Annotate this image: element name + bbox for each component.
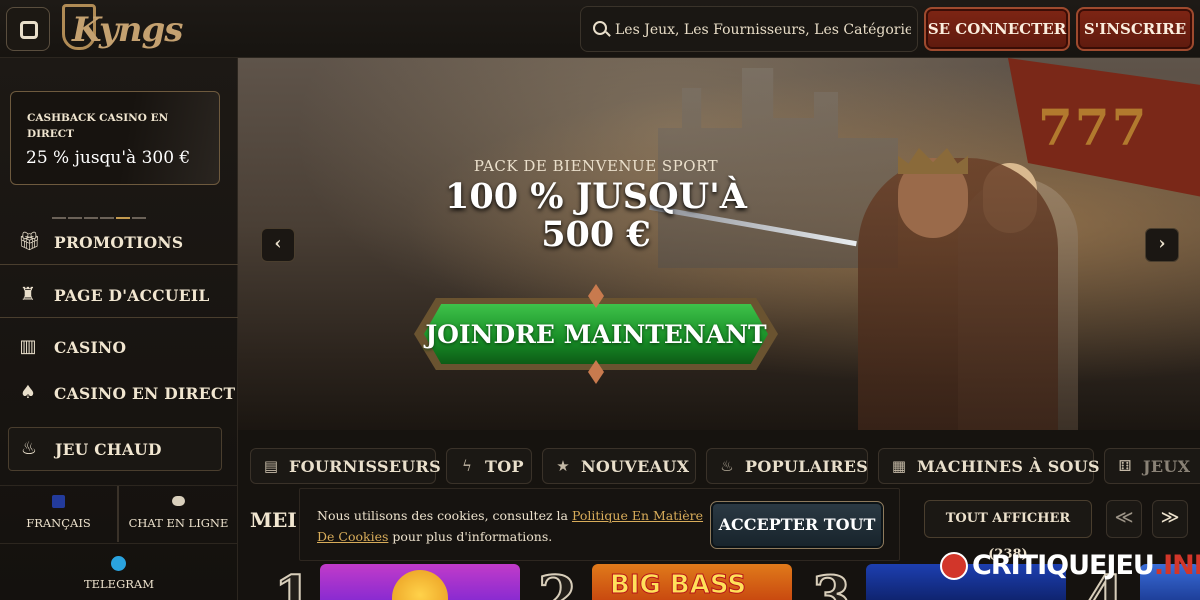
language-selector[interactable]: FRANÇAIS bbox=[0, 486, 118, 542]
cookie-text: Nous utilisons des cookies, consultez la… bbox=[317, 505, 707, 547]
slot-machine-icon: ▦ bbox=[891, 457, 907, 475]
sidebar-item-home[interactable]: ♜ PAGE D'ACCUEIL bbox=[0, 272, 238, 318]
cards-icon: ♠ bbox=[19, 382, 37, 403]
search-box[interactable] bbox=[580, 6, 918, 52]
telegram-label: TELEGRAM bbox=[83, 577, 155, 591]
sidebar-item-casino[interactable]: ▥ CASINO bbox=[0, 324, 238, 370]
hero-banner[interactable]: 777 PACK DE BIENVENUE SPORT 100 % JUSQU'… bbox=[238, 58, 1200, 430]
tab-providers[interactable]: ▤ FOURNISSEURS bbox=[250, 448, 441, 484]
tab-popular[interactable]: ♨ POPULAIRES bbox=[706, 448, 868, 484]
top-header: Kyngs SE CONNECTER S'INSCRIRE bbox=[0, 0, 1200, 58]
accept-all-button[interactable]: ACCEPTER TOUT bbox=[710, 501, 884, 549]
cookie-text-before: Nous utilisons des cookies, consultez la bbox=[317, 508, 572, 523]
rank-number: 3 bbox=[811, 563, 852, 600]
tab-slots[interactable]: ▦ MACHINES À SOUS bbox=[878, 448, 1100, 484]
casino-building-icon: ▥ bbox=[19, 336, 37, 357]
sidebar-item-label: CASINO EN DIRECT bbox=[54, 384, 236, 403]
sidebar-item-live-casino[interactable]: ♠ CASINO EN DIRECT bbox=[0, 370, 238, 416]
flame-icon: ♨ bbox=[720, 457, 734, 475]
watermark-logo-icon bbox=[940, 552, 968, 580]
section-title: MEI bbox=[250, 508, 297, 532]
hero-carousel-dots[interactable] bbox=[578, 419, 878, 422]
sidebar-footer-row: FRANÇAIS CHAT EN LIGNE bbox=[0, 485, 238, 542]
cashback-title: CASHBACK CASINO EN DIRECT bbox=[27, 112, 169, 140]
sidebar-item-hot-games[interactable]: ♨ JEU CHAUD bbox=[8, 427, 222, 471]
logo-text: Kyngs bbox=[72, 10, 183, 50]
rank-number: 2 bbox=[537, 563, 578, 600]
castle-icon: ♜ bbox=[19, 284, 37, 305]
show-all-button[interactable]: TOUT AFFICHER (238) bbox=[924, 500, 1092, 562]
cookie-text-after: pour plus d'informations. bbox=[388, 529, 553, 544]
book-icon: ▤ bbox=[263, 457, 279, 475]
live-chat-button[interactable]: CHAT EN LIGNE bbox=[118, 486, 238, 542]
eu-flag-icon bbox=[52, 495, 65, 508]
star-icon: ★ bbox=[556, 457, 570, 475]
watermark-text-main: CRITIQUEJEU bbox=[972, 550, 1155, 581]
promo-carousel-dots[interactable] bbox=[52, 204, 182, 219]
sidebar-item-label: CASINO bbox=[54, 338, 127, 357]
chat-bubble-icon bbox=[172, 496, 185, 506]
tab-label: NOUVEAUX bbox=[581, 457, 690, 476]
sidebar: CASHBACK CASINO EN DIRECT 25 % jusqu'à 3… bbox=[0, 58, 238, 600]
menu-square-icon bbox=[20, 21, 38, 39]
telegram-icon bbox=[111, 556, 126, 571]
sidebar-item-label: PAGE D'ACCUEIL bbox=[54, 286, 210, 305]
cashback-promo-card[interactable]: CASHBACK CASINO EN DIRECT 25 % jusqu'à 3… bbox=[10, 91, 220, 185]
site-logo[interactable]: Kyngs bbox=[62, 2, 183, 54]
signup-button[interactable]: S'INSCRIRE bbox=[1076, 7, 1194, 51]
games-next-button[interactable]: ≫ bbox=[1152, 500, 1188, 538]
join-now-label: JOINDRE MAINTENANT bbox=[425, 320, 767, 349]
watermark-text-suffix: .INFO bbox=[1153, 550, 1200, 581]
tab-label: JEUX bbox=[1143, 457, 1191, 476]
sidebar-item-label: PROMOTIONS bbox=[54, 233, 184, 252]
sidebar-item-promotions[interactable]: 🎁︎ PROMOTIONS bbox=[0, 219, 238, 265]
lightning-icon: ϟ bbox=[462, 457, 472, 475]
tab-label: POPULAIRES bbox=[745, 457, 869, 476]
big-bass-title: BIG BASS bbox=[609, 570, 747, 600]
games-prev-button[interactable]: ≪ bbox=[1106, 500, 1142, 538]
hero-subtitle: PACK DE BIENVENUE SPORT bbox=[473, 157, 719, 175]
flame-icon: ♨ bbox=[20, 438, 38, 459]
tab-games[interactable]: ⚅ JEUX bbox=[1104, 448, 1200, 484]
watermark-text: CRITIQUEJEU.INFO bbox=[972, 550, 1200, 581]
telegram-link[interactable]: TELEGRAM bbox=[0, 543, 238, 600]
chat-label: CHAT EN LIGNE bbox=[128, 516, 229, 530]
tab-new[interactable]: ★ NOUVEAUX bbox=[542, 448, 696, 484]
language-label: FRANÇAIS bbox=[26, 516, 91, 530]
search-input[interactable] bbox=[615, 17, 911, 43]
hero-prev-arrow[interactable]: ‹ bbox=[261, 228, 295, 262]
game-card[interactable]: BIG BASS bbox=[592, 564, 792, 600]
sidebar-item-label: JEU CHAUD bbox=[55, 440, 162, 459]
game-card[interactable] bbox=[320, 564, 520, 600]
dice-icon: ⚅ bbox=[1118, 457, 1132, 475]
login-button[interactable]: SE CONNECTER bbox=[924, 7, 1070, 51]
tab-label: TOP bbox=[485, 457, 524, 476]
menu-toggle-button[interactable] bbox=[6, 7, 50, 51]
banner-777-text: 777 bbox=[1038, 98, 1149, 157]
cashback-offer: 25 % jusqu'à 300 € bbox=[26, 148, 191, 168]
search-icon bbox=[593, 21, 607, 35]
join-now-button[interactable]: JOINDRE MAINTENANT bbox=[414, 284, 778, 384]
hero-headline: 100 % JUSQU'À 500 € bbox=[445, 176, 747, 255]
gift-icon: 🎁︎ bbox=[18, 231, 41, 252]
tab-label: MACHINES À SOUS bbox=[917, 457, 1100, 476]
golden-egg-icon bbox=[392, 570, 448, 600]
hero-next-arrow[interactable]: › bbox=[1145, 228, 1179, 262]
cookie-banner: Nous utilisons des cookies, consultez la… bbox=[299, 488, 900, 561]
tab-top[interactable]: ϟ TOP bbox=[446, 448, 532, 484]
rank-number: 1 bbox=[273, 563, 314, 600]
tab-label: FOURNISSEURS bbox=[289, 457, 442, 476]
